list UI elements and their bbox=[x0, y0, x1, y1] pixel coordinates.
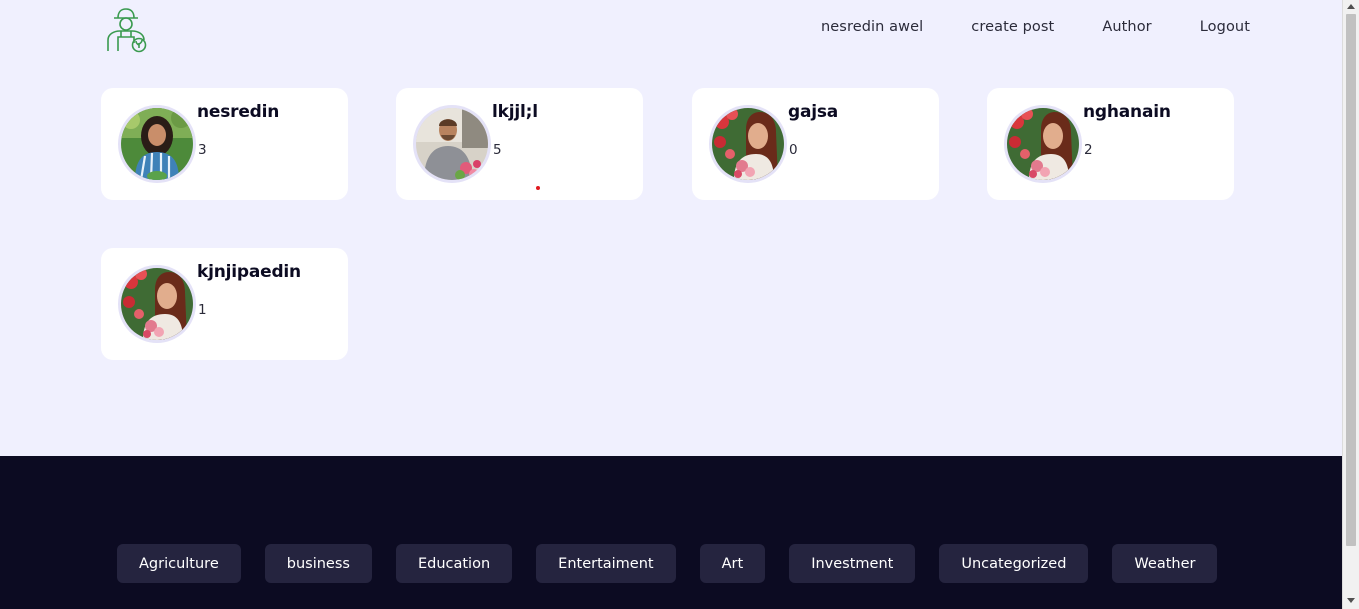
nav-user-profile[interactable]: nesredin awel bbox=[821, 19, 923, 35]
author-name[interactable]: gajsa bbox=[788, 102, 838, 122]
nav-logout[interactable]: Logout bbox=[1200, 19, 1250, 35]
avatar-image bbox=[1007, 108, 1079, 180]
author-name[interactable]: lkjjl;l bbox=[492, 102, 538, 122]
avatar-image bbox=[712, 108, 784, 180]
category-list: Agriculture business Education Entertaim… bbox=[117, 544, 1218, 583]
author-card[interactable]: kjnjipaedin 1 bbox=[101, 248, 348, 360]
avatar bbox=[709, 105, 787, 183]
category-entertaiment[interactable]: Entertaiment bbox=[536, 544, 676, 583]
main-nav: nesredin awel create post Author Logout bbox=[821, 19, 1250, 35]
author-post-count: 0 bbox=[789, 142, 798, 158]
category-art[interactable]: Art bbox=[699, 544, 766, 583]
author-name[interactable]: kjnjipaedin bbox=[197, 262, 301, 282]
page: nesredin awel create post Author Logout bbox=[0, 0, 1342, 609]
avatar-image bbox=[121, 268, 193, 340]
avatar-image bbox=[121, 108, 193, 180]
category-investment[interactable]: Investment bbox=[789, 544, 916, 583]
category-education[interactable]: Education bbox=[395, 544, 513, 583]
category-uncategorized[interactable]: Uncategorized bbox=[939, 544, 1089, 583]
nav-author[interactable]: Author bbox=[1102, 19, 1151, 35]
avatar bbox=[118, 105, 196, 183]
scroll-down-arrow-icon[interactable] bbox=[1347, 598, 1355, 603]
author-card[interactable]: gajsa 0 bbox=[692, 88, 939, 200]
author-card[interactable]: lkjjl;l 5 bbox=[396, 88, 643, 200]
red-dot-indicator bbox=[536, 186, 540, 190]
author-post-count: 3 bbox=[198, 142, 207, 158]
avatar bbox=[413, 105, 491, 183]
footer: Agriculture business Education Entertaim… bbox=[0, 456, 1342, 609]
author-name[interactable]: nesredin bbox=[197, 102, 279, 122]
scrollbar-thumb[interactable] bbox=[1346, 14, 1356, 546]
author-name[interactable]: nghanain bbox=[1083, 102, 1171, 122]
author-card[interactable]: nesredin 3 bbox=[101, 88, 348, 200]
vertical-scrollbar[interactable] bbox=[1342, 0, 1359, 609]
author-card[interactable]: nghanain 2 bbox=[987, 88, 1234, 200]
nav-create-post[interactable]: create post bbox=[971, 19, 1054, 35]
category-business[interactable]: business bbox=[264, 544, 372, 583]
author-post-count: 5 bbox=[493, 142, 502, 158]
avatar bbox=[118, 265, 196, 343]
category-agriculture[interactable]: Agriculture bbox=[117, 544, 241, 583]
author-post-count: 1 bbox=[198, 302, 207, 318]
scroll-up-arrow-icon[interactable] bbox=[1347, 4, 1355, 9]
avatar-image bbox=[416, 108, 488, 180]
category-weather[interactable]: Weather bbox=[1112, 544, 1218, 583]
avatar bbox=[1004, 105, 1082, 183]
author-post-count: 2 bbox=[1084, 142, 1093, 158]
farmer-logo-icon[interactable] bbox=[104, 7, 148, 53]
